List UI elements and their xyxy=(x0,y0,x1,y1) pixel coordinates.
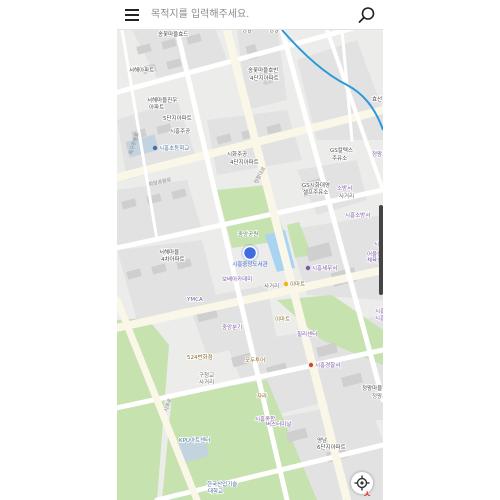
poi-label-p32[interactable]: 이마트 xyxy=(274,314,291,324)
search-button[interactable] xyxy=(351,0,383,30)
poi-label-p7[interactable]: 4단지아파트 xyxy=(249,73,279,83)
poi-label-p17[interactable]: GS시화대영 xyxy=(301,180,331,190)
poi-label-p24[interactable]: 4차아파트 xyxy=(160,254,185,264)
poi-label-p15[interactable]: GS칼텍스 xyxy=(329,145,354,155)
poi-label-p31[interactable]: YMCA xyxy=(185,296,204,304)
poi-label-p14[interactable]: 4단지아파트 xyxy=(229,157,259,167)
poi-label-p45[interactable]: 영남 xyxy=(316,435,328,445)
poi-label-p41[interactable]: 자라 xyxy=(256,391,268,401)
search-bar xyxy=(117,0,383,30)
poi-label-p5[interactable]: 서해아파트 xyxy=(128,65,155,75)
poi-label-p16[interactable]: 주유소 xyxy=(331,154,348,163)
poi-label-p13[interactable]: 시화주공 xyxy=(226,150,248,159)
poi-label-p44[interactable]: KPU아트센터 xyxy=(178,435,211,445)
poi-label-p6[interactable]: 송꽃마을호반 xyxy=(247,65,279,75)
poi-label-p43[interactable]: 버스터미널 xyxy=(265,419,292,429)
poi-label-p54[interactable]: 시흥환경 xyxy=(374,313,383,323)
poi-label-p8[interactable]: 서해마을진우 xyxy=(146,95,178,105)
poi-marker-icon-p29[interactable] xyxy=(283,281,289,287)
poi-label-p36[interactable]: 모두투어 xyxy=(244,355,266,365)
map-canvas[interactable]: 송꽃마을효드영남 정왕송꽃마을서해아파트 송꽃마을호반4단지아파트서해마을진우아파트… xyxy=(117,0,383,500)
poi-label-p18[interactable]: 셀프주유소 xyxy=(302,187,329,197)
poi-label-p12[interactable]: 시흥초등학교 xyxy=(158,143,190,153)
poi-label-p20[interactable]: 사거리 xyxy=(338,191,355,201)
poi-label-p37[interactable]: 시흥경찰서 xyxy=(314,360,341,370)
poi-label-p19[interactable]: 소방서 xyxy=(336,183,353,193)
poi-label-p28[interactable]: 보배아카데미 xyxy=(221,274,253,284)
poi-label-p10[interactable]: 시흥주공 xyxy=(169,126,191,136)
side-scroll-handle[interactable] xyxy=(379,205,383,295)
poi-label-p33[interactable]: 중앙분기 xyxy=(221,322,243,332)
current-location-label: 시흥중앙도서관 xyxy=(232,260,267,268)
poi-label-p38[interactable]: 구청교 xyxy=(198,371,215,380)
map-brand-logo: ㅅmap xyxy=(363,487,383,500)
search-input[interactable] xyxy=(147,0,351,29)
poi-label-p30[interactable]: 사거리 xyxy=(263,281,280,291)
poi-label-p40[interactable]: 정왕마을 xyxy=(361,383,383,393)
location-dot-icon xyxy=(242,245,258,261)
poi-label-p49[interactable]: 효선 xyxy=(371,94,383,104)
poi-marker-icon-p12[interactable] xyxy=(152,145,158,151)
poi-label-p29[interactable]: 이마트 xyxy=(289,279,306,289)
menu-icon xyxy=(125,8,139,21)
poi-label-p9[interactable]: 아파트 xyxy=(148,102,165,112)
poi-label-p11[interactable]: 5단지아파트 xyxy=(162,113,192,123)
poi-label-p21[interactable]: 시흥소방서 xyxy=(344,210,371,220)
poi-label-p47[interactable]: 한국산업기술 xyxy=(206,479,238,489)
poi-label-p22[interactable]: 중앙공원 xyxy=(237,229,259,239)
poi-label-p46[interactable]: 6단지아파트 xyxy=(316,442,346,452)
poi-label-p50[interactable]: 정왕교회 xyxy=(371,149,383,159)
brand-mark: ㅅ xyxy=(363,489,372,499)
poi-label-p35[interactable]: 524번화점 xyxy=(186,352,213,362)
menu-button[interactable] xyxy=(117,0,147,30)
poi-label-p23[interactable]: 서해마을 xyxy=(158,247,180,257)
poi-label-p53[interactable]: 시흥시 xyxy=(374,306,383,316)
poi-label-p25[interactable]: 시흥세무서 xyxy=(311,263,338,273)
poi-label-p52[interactable]: 정왕사거리 xyxy=(371,391,383,401)
poi-label-p1[interactable]: 송꽃마을효드 xyxy=(157,29,189,39)
poi-label-p39[interactable]: 사거리 xyxy=(198,377,215,387)
poi-label-p48[interactable]: 대학교 xyxy=(207,486,224,496)
poi-label-p34[interactable]: 힐리센터 xyxy=(296,329,318,339)
poi-marker-icon-p37[interactable] xyxy=(308,362,314,368)
poi-marker-icon-p25[interactable] xyxy=(305,265,311,271)
map-screen: 송꽃마을효드 영남 정왕 송꽃마을 서해아파트 송꽃마을호반 4단지아파트 서해마을진우 아파트… xyxy=(117,0,383,500)
search-icon xyxy=(358,6,375,23)
